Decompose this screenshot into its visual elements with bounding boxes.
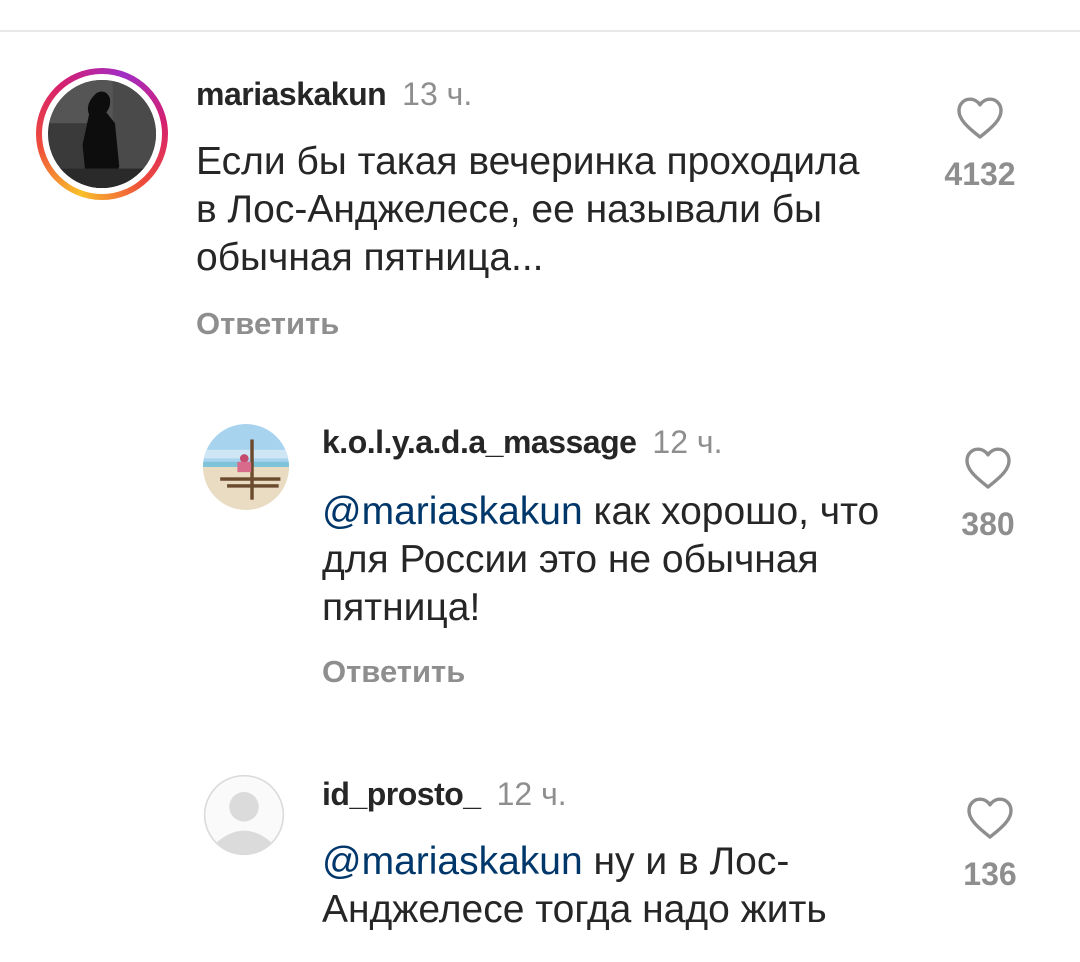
default-user-icon [203, 774, 285, 856]
comment-text: Если бы такая вечеринка проходила в Лос-… [196, 140, 860, 279]
person-photo [48, 80, 156, 188]
mention-link[interactable]: @mariaskakun [322, 490, 583, 533]
comment-time: 13 ч. [402, 76, 473, 112]
like-count: 136 [963, 856, 1017, 892]
mention-link[interactable]: @mariaskakun [322, 840, 583, 883]
avatar[interactable] [203, 774, 285, 856]
comment-username[interactable]: k.o.l.y.a.d.a_massage [322, 424, 637, 460]
comment-time: 12 ч. [496, 776, 567, 812]
top-divider [0, 30, 1080, 32]
like-container: 136 [930, 796, 1050, 893]
comment-username[interactable]: id_prosto_ [322, 776, 481, 812]
avatar[interactable] [48, 80, 156, 188]
like-count: 4132 [944, 156, 1016, 192]
heart-icon[interactable] [955, 96, 1005, 140]
heart-icon[interactable] [965, 796, 1015, 840]
like-count: 380 [961, 506, 1015, 542]
like-container: 380 [928, 446, 1048, 543]
comment-text: @mariaskakun ну и в Лос-Анджелесе тогда … [322, 838, 922, 934]
comment-text: @mariaskakun как хорошо, что для России … [322, 488, 932, 632]
comment-time: 12 ч. [652, 424, 723, 460]
beach-photo [203, 424, 289, 510]
like-container: 4132 [920, 96, 1040, 193]
reply-button[interactable]: Ответить [322, 654, 465, 690]
comment-username[interactable]: mariaskakun [196, 76, 387, 112]
reply-button[interactable]: Ответить [196, 306, 339, 342]
heart-icon[interactable] [963, 446, 1013, 490]
avatar[interactable] [203, 424, 289, 510]
